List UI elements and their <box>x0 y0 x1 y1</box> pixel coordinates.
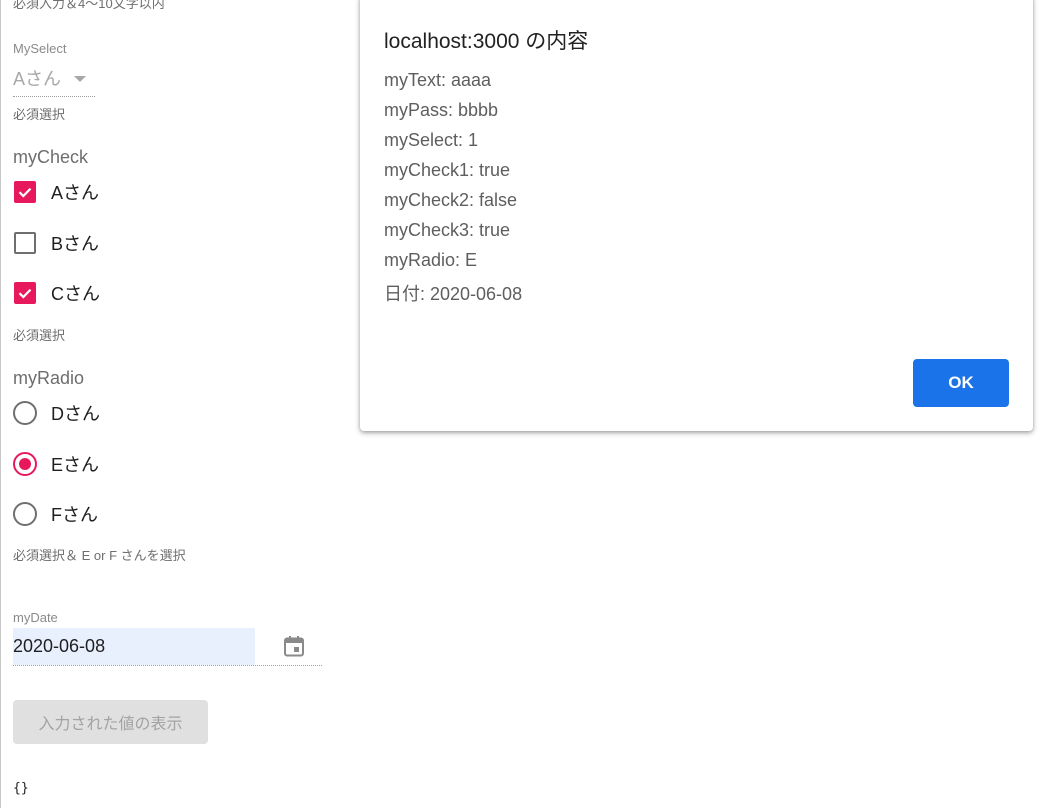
radio-f-label: Fさん <box>51 505 98 525</box>
check-helper: 必須選択 <box>13 328 66 343</box>
radio-e[interactable]: Eさん <box>13 451 99 477</box>
checkbox-c[interactable]: Cさん <box>14 280 100 306</box>
dialog-line: myPass: bbbb <box>384 100 499 120</box>
radio-d[interactable]: Dさん <box>13 400 100 426</box>
select-helper: 必須選択 <box>13 107 66 122</box>
my-select[interactable]: Aさん <box>13 64 95 98</box>
date-label: myDate <box>13 610 58 625</box>
radio-f[interactable]: Fさん <box>13 501 98 527</box>
date-underline <box>13 665 322 666</box>
checkbox-b-label: Bさん <box>51 234 100 254</box>
select-underline <box>13 96 95 97</box>
dialog-line: myRadio: E <box>384 250 478 270</box>
show-values-button[interactable]: 入力された値の表示 <box>13 700 208 744</box>
checkbox-a[interactable]: Aさん <box>14 179 99 205</box>
select-label: MySelect <box>13 41 67 56</box>
dialog-line: myCheck3: true <box>384 220 511 240</box>
checkbox-b[interactable]: Bさん <box>14 230 99 256</box>
text-helper: 必須入力＆4～10文字以内 <box>13 0 165 11</box>
json-output: {} <box>13 781 29 796</box>
alert-dialog: localhost:3000 の内容 myText: aaaa myPass: … <box>360 0 1033 431</box>
ok-button[interactable]: OK <box>913 359 1009 407</box>
radio-unselected-icon <box>13 401 37 425</box>
dialog-title: localhost:3000 の内容 <box>384 30 589 53</box>
calendar-icon[interactable] <box>282 634 306 658</box>
dialog-line: mySelect: 1 <box>384 130 479 150</box>
check-group-label: myCheck <box>13 147 89 167</box>
radio-d-label: Dさん <box>51 404 100 424</box>
radio-helper: 必須選択＆ E or F さんを選択 <box>13 548 186 563</box>
date-input[interactable] <box>13 628 255 665</box>
checkbox-checked-icon <box>14 181 36 203</box>
radio-selected-icon <box>13 452 37 476</box>
checkbox-unchecked-icon <box>14 232 36 254</box>
dialog-line: myText: aaaa <box>384 70 492 90</box>
checkbox-checked-icon <box>14 282 36 304</box>
select-value: Aさん <box>13 69 62 89</box>
dialog-line: 日付: 2020-06-08 <box>384 284 523 304</box>
dialog-line: myCheck1: true <box>384 160 511 180</box>
checkbox-a-label: Aさん <box>51 183 100 203</box>
checkbox-c-label: Cさん <box>51 284 100 304</box>
radio-unselected-icon <box>13 502 37 526</box>
radio-dot <box>19 458 31 470</box>
form-page: 必須入力＆4～10文字以内 MySelect Aさん 必須選択 myCheck … <box>0 0 1062 808</box>
dialog-line: myCheck2: false <box>384 190 518 210</box>
chevron-down-icon <box>74 76 86 82</box>
radio-e-label: Eさん <box>51 455 100 475</box>
radio-group-label: myRadio <box>13 368 85 388</box>
